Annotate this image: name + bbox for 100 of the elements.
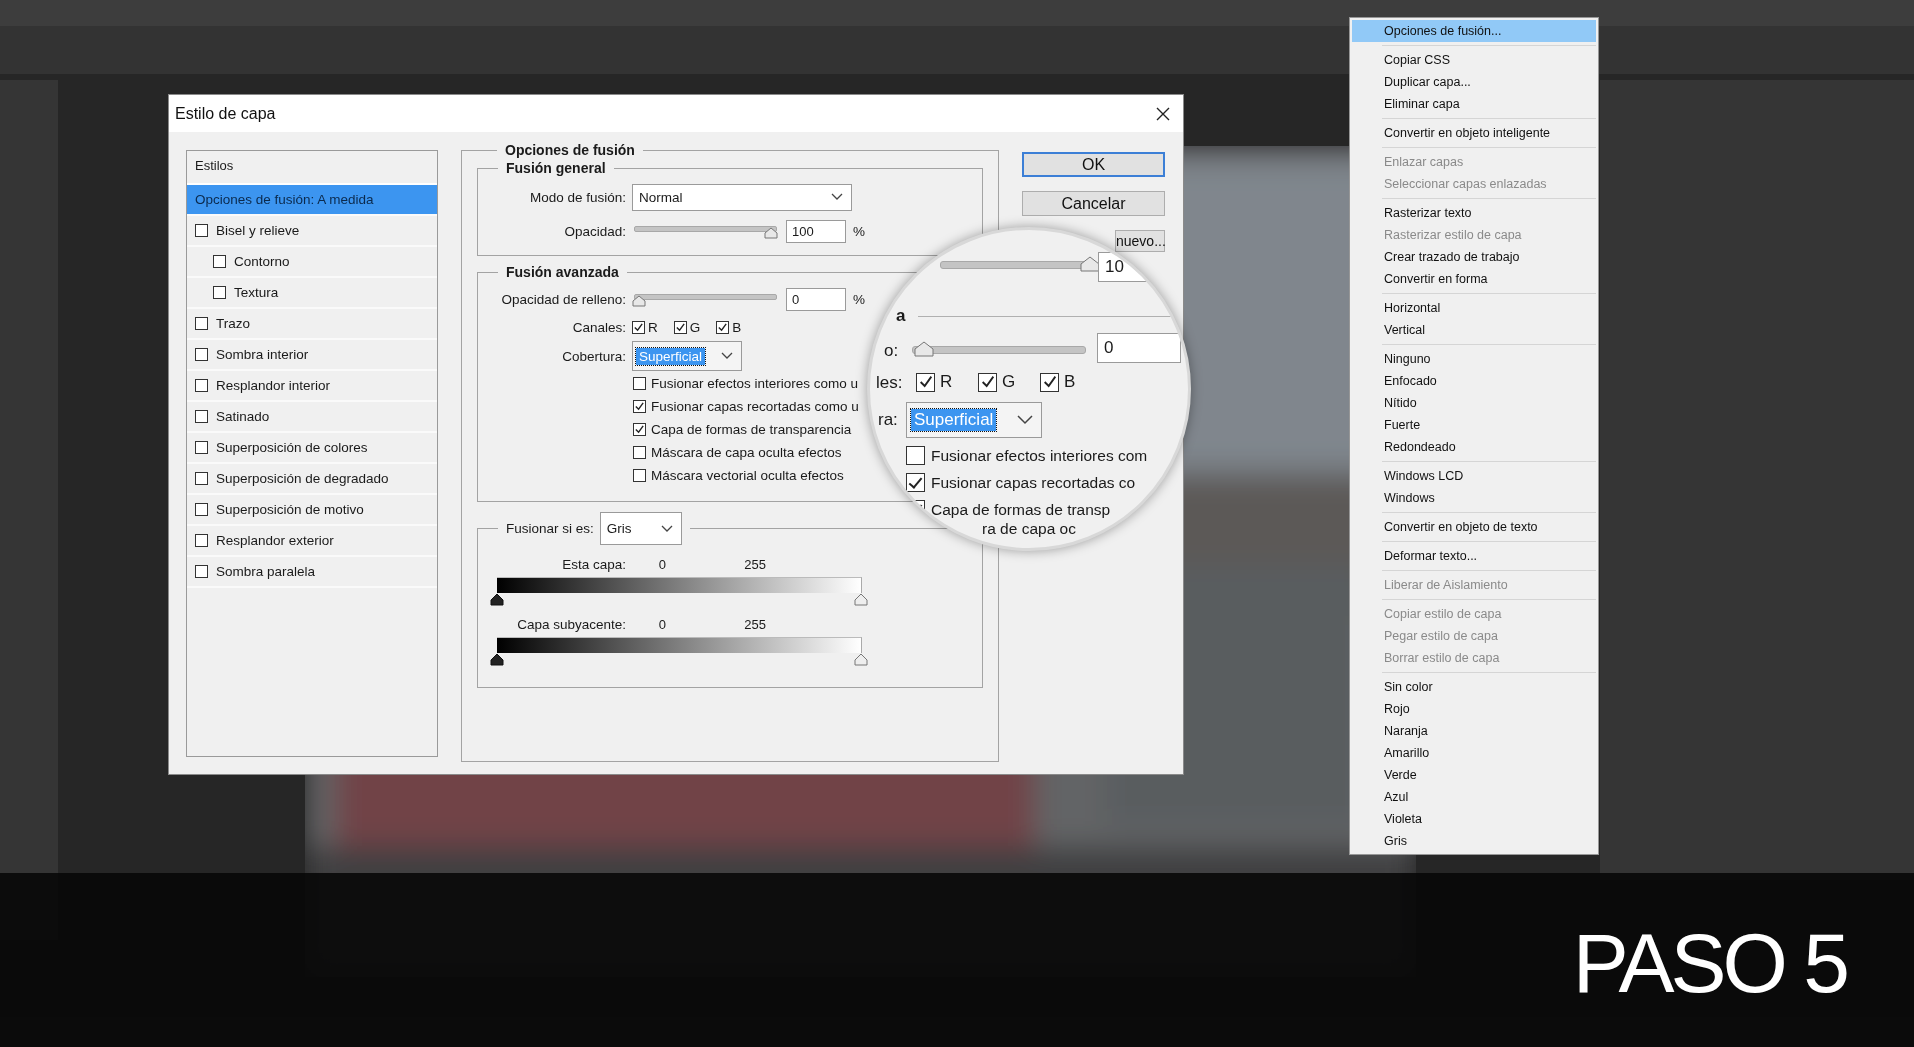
style-item[interactable]: Sombra interior bbox=[187, 340, 437, 371]
fill-opacity-slider[interactable] bbox=[632, 291, 779, 307]
checkbox[interactable] bbox=[633, 377, 646, 390]
slider-thumb[interactable] bbox=[764, 227, 778, 239]
menu-item[interactable]: Crear trazado de trabajo bbox=[1352, 246, 1596, 268]
checkbox[interactable] bbox=[195, 410, 208, 423]
menu-item[interactable]: Windows bbox=[1352, 487, 1596, 509]
checkbox[interactable] bbox=[195, 224, 208, 237]
slider-thumb[interactable] bbox=[854, 593, 868, 606]
menu-item[interactable]: Duplicar capa... bbox=[1352, 71, 1596, 93]
checkbox[interactable] bbox=[716, 320, 730, 334]
checkbox-label: Máscara de capa oculta efectos bbox=[651, 445, 842, 460]
checkbox[interactable] bbox=[1040, 372, 1059, 392]
menu-item[interactable]: Convertir en objeto de texto bbox=[1352, 516, 1596, 538]
style-item[interactable]: Textura bbox=[187, 278, 437, 309]
field-label: Cobertura: bbox=[561, 348, 626, 364]
caret-icon bbox=[660, 524, 673, 533]
checkbox[interactable] bbox=[978, 372, 997, 392]
menu-item[interactable]: Rasterizar texto bbox=[1352, 202, 1596, 224]
checkbox-label: ra de capa oc bbox=[982, 520, 1076, 538]
style-item[interactable]: Trazo bbox=[187, 309, 437, 340]
menu-item[interactable]: Windows LCD bbox=[1352, 465, 1596, 487]
style-item[interactable]: Superposición de colores bbox=[187, 433, 437, 464]
menu-item[interactable]: Azul bbox=[1352, 786, 1596, 808]
field-label: Modo de fusión: bbox=[528, 189, 626, 205]
menu-item[interactable]: Rojo bbox=[1352, 698, 1596, 720]
menu-item[interactable]: Eliminar capa bbox=[1352, 93, 1596, 115]
checkbox[interactable] bbox=[633, 423, 646, 436]
checkbox[interactable] bbox=[195, 379, 208, 392]
checkbox-label: B bbox=[1064, 372, 1076, 392]
menu-item[interactable]: Horizontal bbox=[1352, 297, 1596, 319]
checkbox[interactable] bbox=[906, 446, 925, 465]
slider-thumb[interactable] bbox=[854, 653, 868, 666]
checkbox[interactable] bbox=[195, 441, 208, 454]
slider-thumb[interactable] bbox=[490, 593, 504, 606]
menu-item[interactable]: Redondeado bbox=[1352, 436, 1596, 458]
dialog-button[interactable]: nuevo... bbox=[1115, 230, 1165, 252]
menu-item[interactable]: Fuerte bbox=[1352, 414, 1596, 436]
menu-item[interactable]: Deformar texto... bbox=[1352, 545, 1596, 567]
slider-thumb[interactable] bbox=[632, 295, 646, 307]
checkbox[interactable] bbox=[195, 565, 208, 578]
fill-opacity-input[interactable]: 0 bbox=[1097, 333, 1181, 363]
menu-item[interactable]: Nítido bbox=[1352, 392, 1596, 414]
checkbox[interactable] bbox=[906, 473, 925, 492]
group-title: Fusión avanzada bbox=[505, 264, 620, 280]
checkbox[interactable] bbox=[633, 469, 646, 482]
checkbox[interactable] bbox=[195, 503, 208, 516]
style-item[interactable]: Contorno bbox=[187, 247, 437, 278]
menu-item[interactable]: Opciones de fusión... bbox=[1352, 20, 1596, 42]
checkbox[interactable] bbox=[916, 372, 935, 392]
checkbox[interactable] bbox=[632, 320, 645, 334]
menu-item[interactable]: Enfocado bbox=[1352, 370, 1596, 392]
opacity-slider[interactable] bbox=[632, 223, 779, 239]
style-item[interactable]: Opciones de fusión: A medida bbox=[187, 185, 437, 216]
blend-mode-dropdown[interactable]: Normal bbox=[632, 183, 852, 211]
window-title: Estilo de capa bbox=[175, 104, 276, 123]
checkbox[interactable] bbox=[213, 255, 226, 268]
menu-item[interactable]: Amarillo bbox=[1352, 742, 1596, 764]
menu-item[interactable]: Violeta bbox=[1352, 808, 1596, 830]
slider-thumb[interactable] bbox=[1080, 256, 1100, 272]
dialog-button[interactable]: Cancelar bbox=[1022, 191, 1165, 216]
field-label: Opacidad: bbox=[563, 223, 626, 239]
menu-item[interactable]: Convertir en objeto inteligente bbox=[1352, 122, 1596, 144]
menu-item[interactable]: Gris bbox=[1352, 830, 1596, 852]
blend-if-dropdown[interactable]: Gris bbox=[599, 512, 682, 545]
opacity-input[interactable]: 100 bbox=[786, 219, 846, 243]
field-label: Esta capa: bbox=[561, 556, 626, 572]
style-item[interactable]: Resplandor exterior bbox=[187, 526, 437, 557]
range-value: 0 bbox=[657, 616, 666, 632]
checkbox-label: G bbox=[1002, 372, 1016, 392]
checkbox[interactable] bbox=[195, 472, 208, 485]
checkbox[interactable] bbox=[673, 320, 687, 334]
style-item[interactable]: Satinado bbox=[187, 402, 437, 433]
menu-item[interactable]: Vertical bbox=[1352, 319, 1596, 341]
style-item[interactable]: Bisel y relieve bbox=[187, 216, 437, 247]
menu-item[interactable]: Convertir en forma bbox=[1352, 268, 1596, 290]
checkbox-label: Fusionar capas recortadas co bbox=[931, 473, 1136, 492]
style-item[interactable]: Sombra paralela bbox=[187, 557, 437, 588]
checkbox[interactable] bbox=[633, 446, 646, 459]
checkbox[interactable] bbox=[195, 348, 208, 361]
checkbox[interactable] bbox=[633, 400, 646, 413]
dialog-button[interactable]: OK bbox=[1022, 152, 1165, 177]
menu-item[interactable]: Naranja bbox=[1352, 720, 1596, 742]
field-label: Opacidad de relleno: bbox=[500, 291, 626, 307]
checkbox[interactable] bbox=[195, 534, 208, 547]
menu-item[interactable]: Sin color bbox=[1352, 676, 1596, 698]
style-item[interactable]: Superposición de degradado bbox=[187, 464, 437, 495]
slider-thumb[interactable] bbox=[914, 341, 934, 357]
menu-item[interactable]: Copiar CSS bbox=[1352, 49, 1596, 71]
fill-opacity-input[interactable]: 0 bbox=[786, 287, 846, 311]
checkbox[interactable] bbox=[195, 317, 208, 330]
group-title: Fusión general bbox=[505, 160, 607, 176]
style-item[interactable]: Superposición de motivo bbox=[187, 495, 437, 526]
range-value: 255 bbox=[743, 616, 766, 632]
style-item[interactable]: Resplandor interior bbox=[187, 371, 437, 402]
menu-item[interactable]: Verde bbox=[1352, 764, 1596, 786]
checkbox[interactable] bbox=[213, 286, 226, 299]
menu-item[interactable]: Ninguno bbox=[1352, 348, 1596, 370]
checkbox-label: G bbox=[689, 319, 701, 335]
slider-thumb[interactable] bbox=[490, 653, 504, 666]
